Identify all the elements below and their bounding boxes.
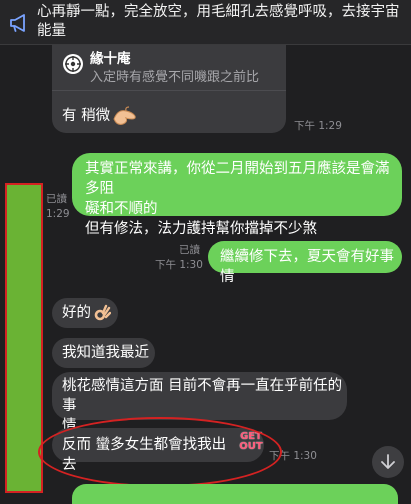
message-bubble-incoming[interactable]: 我知道我最近 — [52, 338, 155, 368]
message-bubble-incoming[interactable]: 好的 — [52, 298, 118, 328]
message-line: 但有修法，法力護持幫你擋掉不少煞 — [85, 221, 317, 237]
pinch-hand-emoji — [113, 106, 136, 125]
message-bubble-outgoing[interactable]: 繼續修下去，夏天會有好事情 — [208, 241, 402, 285]
message-line: 其實正常來講，你從二月開始到五月應該是會滿多阻 — [85, 161, 390, 197]
message-time: 1:29 — [46, 208, 70, 220]
scroll-to-bottom-button[interactable] — [372, 446, 404, 478]
message-bubble-card[interactable]: 緣十庵 入定時有感覺不同嘰跟之前比 有 稍微 — [52, 45, 286, 133]
message-time: 下午 1:30 — [155, 259, 203, 271]
read-status: 已讀 — [179, 244, 200, 256]
card-subtitle: 入定時有感覺不同嘰跟之前比 — [90, 70, 260, 85]
annotation-ellipse — [38, 417, 282, 487]
message-bubble-outgoing-partial — [72, 484, 398, 504]
ok-hand-emoji — [94, 304, 111, 321]
announcement-bar[interactable]: 心再靜一點，完全放空，用毛細孔去感覺呼吸，去接宇宙能量 — [0, 0, 411, 45]
chevron-down-icon — [381, 454, 395, 469]
avatar-redaction — [5, 183, 43, 493]
read-status: 已讀 — [46, 193, 67, 205]
megaphone-icon — [10, 14, 25, 32]
message-bubble-incoming[interactable]: 桃花感情這方面 目前不會再一直在乎前任的事 情 — [52, 372, 347, 434]
card-title: 緣十庵 — [90, 51, 131, 67]
announcement-text: 心再靜一點，完全放空，用毛細孔去感覺呼吸，去接宇宙能量 — [37, 4, 400, 39]
mandala-icon — [63, 54, 83, 74]
message-line: 礙和不順的 — [85, 201, 158, 217]
message-bubble-outgoing[interactable]: 其實正常來講，你從二月開始到五月應該是會滿多阻 礙和不順的 但有修法，法力護持幫… — [72, 153, 402, 237]
message-time: 下午 1:29 — [294, 120, 342, 132]
message-text: 有 稍微 — [62, 105, 138, 127]
